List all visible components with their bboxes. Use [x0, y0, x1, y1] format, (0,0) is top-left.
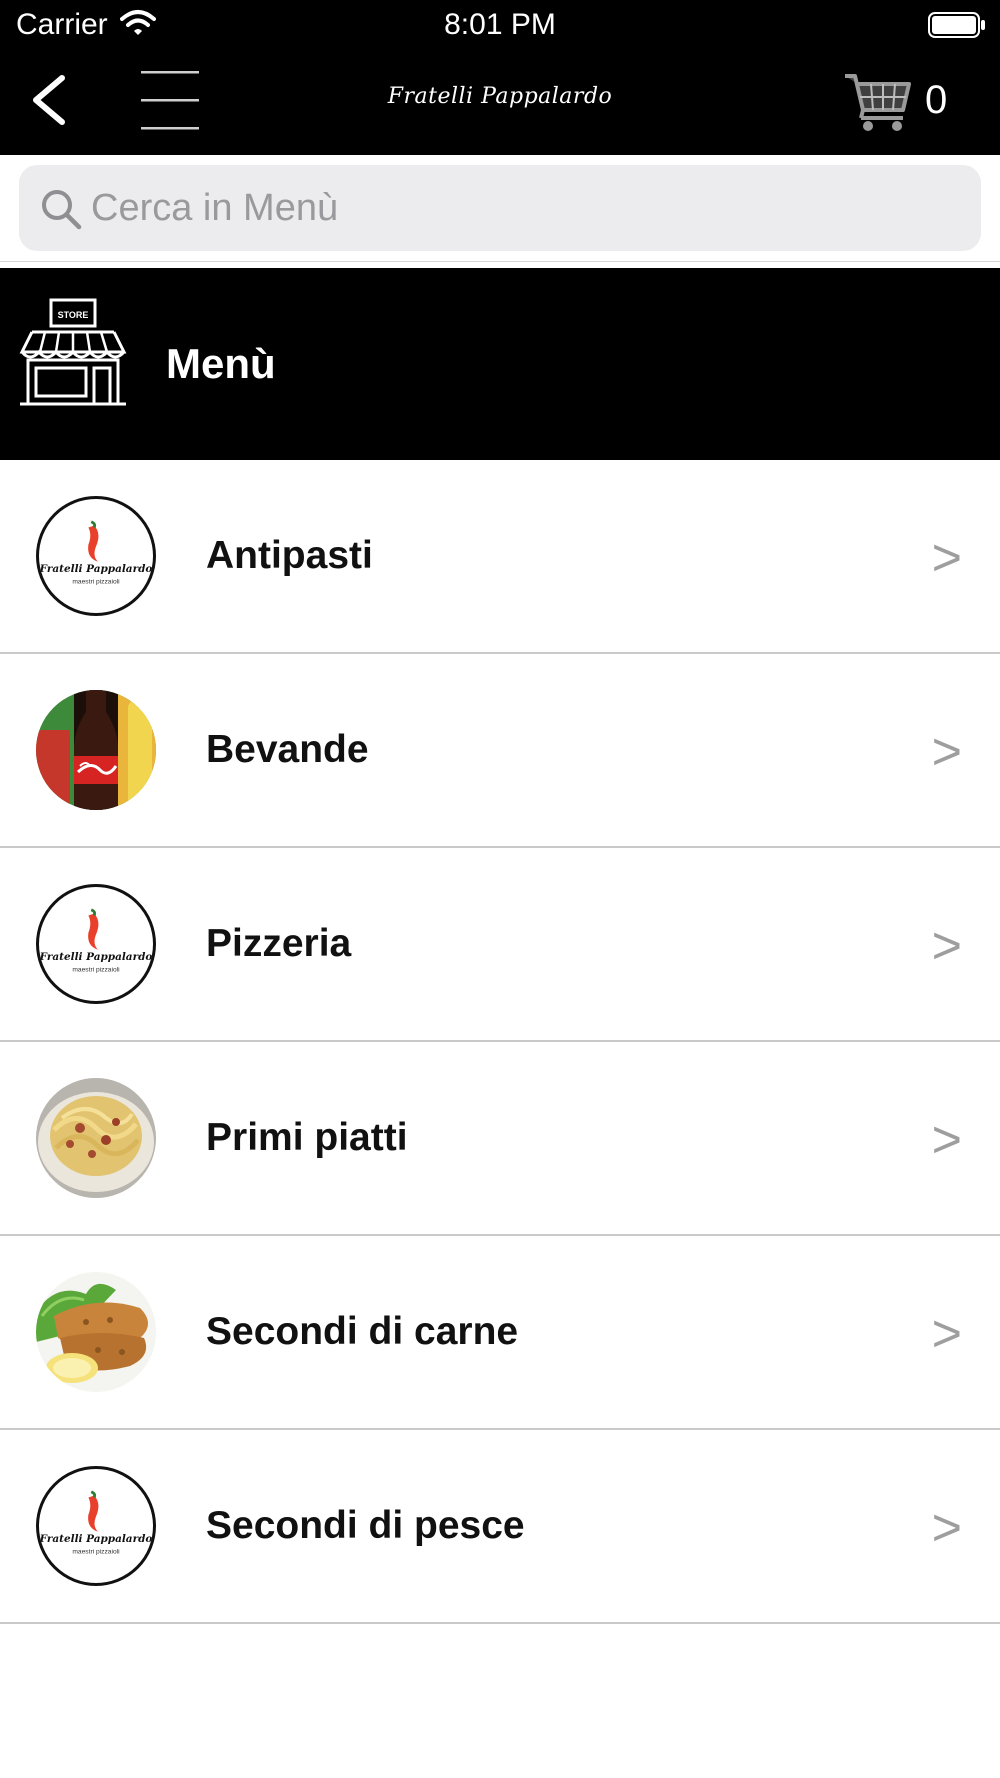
category-thumbnail: [36, 690, 156, 810]
section-header: STORE Menù: [0, 268, 1000, 460]
cutlet-image: [36, 1272, 156, 1392]
logo-tagline-text: maestri pizzaioli: [72, 579, 120, 586]
battery-icon: [928, 12, 986, 43]
category-row-pizzeria[interactable]: Fratelli Pappalardo maestri pizzaioli Pi…: [0, 848, 1000, 1042]
category-label: Secondi di carne: [206, 1310, 519, 1353]
search-bar[interactable]: [19, 165, 981, 251]
top-nav-bar: Fratelli Pappalardo 0: [0, 50, 1000, 155]
restaurant-logo: Fratelli Pappalardo maestri pizzaioli: [39, 908, 152, 974]
chevron-right-icon: >: [931, 1499, 962, 1557]
status-bar: Carrier 8:01 PM: [0, 0, 1000, 50]
category-row-antipasti[interactable]: Fratelli Pappalardo maestri pizzaioli An…: [0, 460, 1000, 654]
logo-brand-text: Fratelli Pappalardo: [39, 951, 152, 963]
chevron-right-icon: >: [931, 917, 962, 975]
store-icon: STORE: [19, 298, 127, 406]
drinks-image: [36, 690, 156, 810]
category-row-bevande[interactable]: Bevande >: [0, 654, 1000, 848]
category-thumbnail: [36, 1078, 156, 1198]
category-thumbnail: [36, 1272, 156, 1392]
search-input[interactable]: [91, 165, 951, 251]
category-label: Antipasti: [206, 534, 373, 577]
logo-tagline-text: maestri pizzaioli: [72, 967, 120, 974]
clock: 8:01 PM: [444, 8, 556, 41]
chevron-right-icon: >: [931, 1305, 962, 1363]
restaurant-logo: Fratelli Pappalardo maestri pizzaioli: [39, 1490, 152, 1556]
category-thumbnail: Fratelli Pappalardo maestri pizzaioli: [36, 884, 156, 1004]
category-label: Bevande: [206, 728, 369, 771]
category-row-secondi-di-pesce[interactable]: Fratelli Pappalardo maestri pizzaioli Se…: [0, 1430, 1000, 1624]
chevron-right-icon: >: [931, 723, 962, 781]
cart-button[interactable]: [843, 70, 913, 134]
category-row-primi-piatti[interactable]: Primi piatti >: [0, 1042, 1000, 1236]
category-thumbnail: Fratelli Pappalardo maestri pizzaioli: [36, 496, 156, 616]
section-title: Menù: [166, 340, 276, 387]
category-label: Pizzeria: [206, 922, 352, 965]
pasta-image: [36, 1078, 156, 1198]
restaurant-logo: Fratelli Pappalardo maestri pizzaioli: [39, 520, 152, 586]
store-sign-text: STORE: [58, 310, 89, 320]
category-label: Secondi di pesce: [206, 1504, 525, 1547]
category-row-secondi-di-carne[interactable]: Secondi di carne >: [0, 1236, 1000, 1430]
chevron-right-icon: >: [931, 529, 962, 587]
cart-count: 0: [925, 78, 948, 122]
logo-brand-text: Fratelli Pappalardo: [39, 1533, 152, 1545]
category-label: Primi piatti: [206, 1116, 408, 1159]
category-list: Fratelli Pappalardo maestri pizzaioli An…: [0, 460, 1000, 1624]
shopping-cart-icon: [845, 74, 911, 131]
search-icon: [42, 190, 82, 230]
logo-tagline-text: maestri pizzaioli: [72, 1549, 120, 1556]
category-thumbnail: Fratelli Pappalardo maestri pizzaioli: [36, 1466, 156, 1586]
search-bar-container: [0, 155, 1000, 262]
chevron-right-icon: >: [931, 1111, 962, 1169]
logo-brand-text: Fratelli Pappalardo: [39, 563, 152, 575]
